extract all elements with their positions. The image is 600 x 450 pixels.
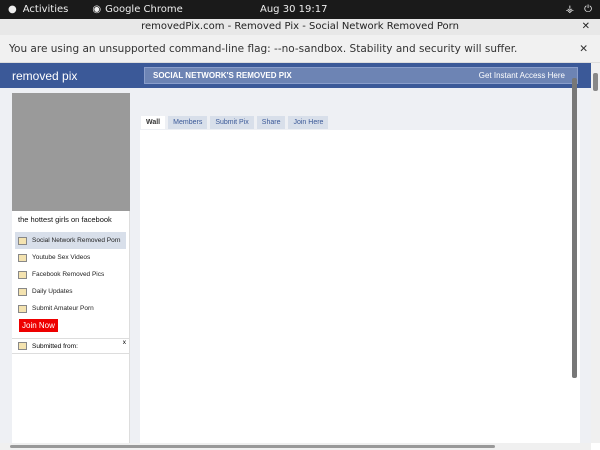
profile-photo-placeholder[interactable] xyxy=(12,93,130,211)
site-logo[interactable]: removed pix xyxy=(12,69,144,83)
sidebar-item-sex-videos[interactable]: Youtube Sex Videos xyxy=(15,249,126,266)
submitted-from-box: Submitted from: x xyxy=(12,338,129,354)
upload-icon xyxy=(18,304,27,313)
profile-tabs: Wall Members Submit Pix Share Join Here xyxy=(141,116,329,129)
sidebar-menu: Social Network Removed Porn Youtube Sex … xyxy=(15,232,126,332)
sidebar-item-label: Social Network Removed Porn xyxy=(32,237,121,244)
sidebar-item-label: Facebook Removed Pics xyxy=(32,271,105,278)
sidebar-item-label: Youtube Sex Videos xyxy=(32,254,91,261)
tab-members[interactable]: Members xyxy=(168,116,208,129)
warning-infobar: You are using an unsupported command-lin… xyxy=(0,35,600,63)
tab-join-here[interactable]: Join Here xyxy=(288,116,329,129)
sidebar-item-removed-pics[interactable]: Facebook Removed Pics xyxy=(15,266,126,283)
activities-button[interactable]: Activities xyxy=(23,4,69,15)
tab-share[interactable]: Share xyxy=(256,116,286,129)
os-top-bar: ● Activities ◉ Google Chrome Aug 30 19:17… xyxy=(0,0,600,19)
tagline: SOCIAL NETWORK'S REMOVED PIX xyxy=(153,71,292,80)
calendar-icon xyxy=(18,287,27,296)
page-vertical-scrollbar[interactable] xyxy=(591,63,600,443)
inner-scrollbar[interactable] xyxy=(572,78,577,378)
infobar-close-button[interactable]: ✕ xyxy=(579,43,588,55)
profile-caption: the hottest girls on facebook xyxy=(18,215,112,224)
left-sidebar: the hottest girls on facebook Social Net… xyxy=(12,93,130,443)
sidebar-item-removed-porn[interactable]: Social Network Removed Porn xyxy=(15,232,126,249)
join-now-button[interactable]: Join Now xyxy=(19,319,58,332)
sidebar-item-label: Submit Amateur Porn xyxy=(32,305,94,312)
power-dot-icon: ● xyxy=(8,4,17,15)
get-access-link[interactable]: Get Instant Access Here xyxy=(479,71,565,80)
page-horizontal-scrollbar[interactable] xyxy=(0,443,591,450)
window-title: removedPix.com - Removed Pix - Social Ne… xyxy=(141,21,459,32)
infobar-message: You are using an unsupported command-lin… xyxy=(9,42,518,55)
header-banner: SOCIAL NETWORK'S REMOVED PIX Get Instant… xyxy=(144,67,578,84)
window-close-button[interactable]: ✕ xyxy=(582,19,590,35)
scroll-thumb[interactable] xyxy=(10,445,495,448)
sidebar-item-submit[interactable]: Submit Amateur Porn xyxy=(15,300,126,317)
power-icon: ⏻ xyxy=(584,4,592,15)
web-page: removed pix SOCIAL NETWORK'S REMOVED PIX… xyxy=(0,63,591,443)
close-submitted-button[interactable]: x xyxy=(123,339,126,346)
site-header: removed pix SOCIAL NETWORK'S REMOVED PIX… xyxy=(0,63,591,88)
photo-icon xyxy=(18,270,27,279)
submitted-label: Submitted from: xyxy=(32,342,78,350)
tab-wall[interactable]: Wall xyxy=(141,116,166,129)
sidebar-item-daily-updates[interactable]: Daily Updates xyxy=(15,283,126,300)
scroll-thumb[interactable] xyxy=(593,73,598,91)
chrome-icon: ◉ xyxy=(92,4,102,15)
photo-icon xyxy=(18,342,27,350)
page-icon xyxy=(18,236,27,245)
sidebar-item-label: Daily Updates xyxy=(32,288,73,295)
network-icon: ⚶ xyxy=(565,4,575,15)
tab-submit-pix[interactable]: Submit Pix xyxy=(210,116,254,129)
window-titlebar: removedPix.com - Removed Pix - Social Ne… xyxy=(0,19,600,35)
app-menu[interactable]: ◉ Google Chrome xyxy=(92,4,182,15)
system-tray[interactable]: ⚶ ⏻ xyxy=(566,4,592,15)
clock[interactable]: Aug 30 19:17 xyxy=(260,4,327,15)
app-name: Google Chrome xyxy=(105,4,183,15)
video-icon xyxy=(18,253,27,262)
wall-content xyxy=(140,130,580,443)
